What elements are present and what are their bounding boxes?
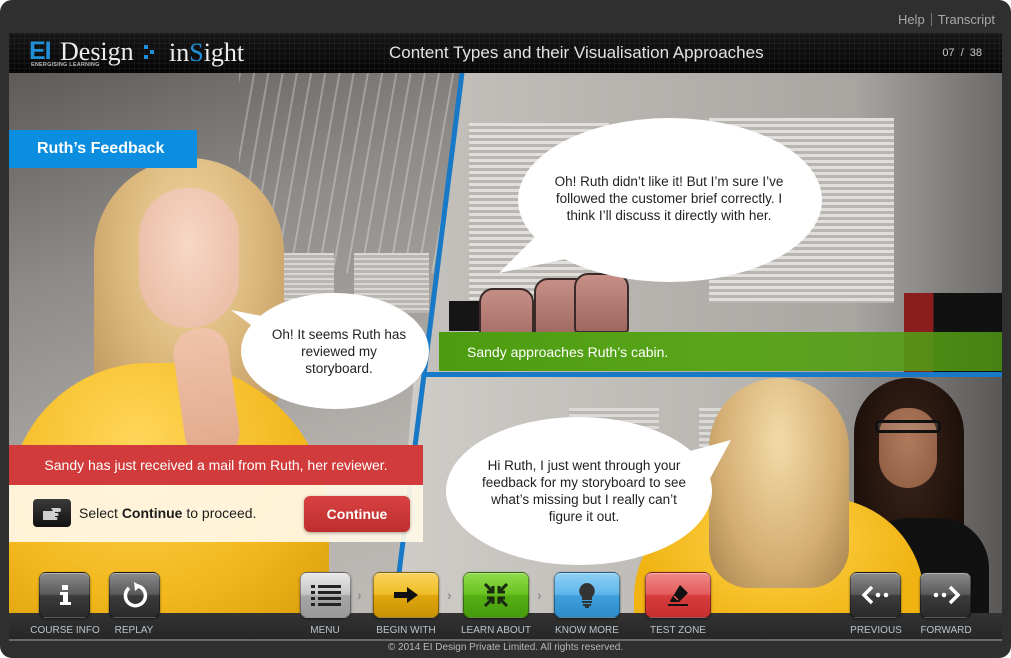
character-ruth-glasses: [875, 420, 941, 433]
speech-bubble: Oh! Ruth didn’t like it! But I’m sure I’…: [499, 118, 824, 288]
continue-button[interactable]: Continue: [304, 496, 410, 532]
test-zone-label: TEST ZONE: [650, 625, 706, 636]
section-tag-label: Ruth’s Feedback: [37, 140, 165, 157]
info-icon: [59, 585, 71, 605]
begin-with-button[interactable]: [373, 572, 439, 618]
forward-icon: [933, 585, 960, 605]
header-bar: EI Design ENERGISING LEARNING inSight Co…: [9, 33, 1002, 73]
speech-bubble: Hi Ruth, I just went through your feedba…: [444, 413, 734, 568]
replay-button[interactable]: [109, 572, 160, 618]
course-info-label: COURSE INFO: [30, 625, 100, 636]
lightbulb-icon: [579, 583, 595, 608]
logo-tagline: ENERGISING LEARNING: [31, 62, 100, 68]
eraser-icon: [668, 585, 688, 606]
page-separator: /: [960, 47, 964, 59]
page-title: Content Types and their Visualisation Ap…: [389, 43, 764, 62]
slide-stage: Sandy approaches Ruth’s cabin. Ruth’s Fe…: [9, 73, 1002, 613]
speech-bubble-text: Oh! Ruth didn’t like it! But I’m sure I’…: [554, 173, 784, 223]
chevron-right-icon: ›: [357, 587, 362, 603]
page-counter: 07 / 38: [942, 47, 982, 59]
previous-button[interactable]: [850, 572, 901, 618]
instruction-panel: Select Continue to proceed. Continue: [9, 485, 423, 542]
scene-caption: Sandy approaches Ruth’s cabin.: [439, 332, 1002, 371]
replay-label: REPLAY: [114, 625, 154, 636]
prompt-post: to proceed.: [182, 505, 257, 521]
menu-label: MENU: [310, 625, 340, 636]
learn-about-button[interactable]: [463, 572, 529, 618]
copyright: © 2014 EI Design Private Limited. All ri…: [387, 642, 624, 653]
speech-bubble: Oh! It seems Ruth has reviewed my storyb…: [229, 291, 429, 411]
collapse-arrows-icon: [484, 583, 508, 607]
course-player: Help Transcript EI Design ENERGISING LEA…: [0, 0, 1011, 658]
chevron-right-icon: ›: [537, 587, 542, 603]
panel-divider-horizontal: [424, 372, 1002, 377]
instruction-headline-text: Sandy has just received a mail from Ruth…: [44, 457, 388, 473]
previous-label: PREVIOUS: [850, 625, 902, 636]
instruction-headline: Sandy has just received a mail from Ruth…: [9, 445, 423, 485]
chevron-right-icon: ›: [447, 587, 452, 603]
test-zone-button[interactable]: [645, 572, 711, 618]
prompt-bold: Continue: [121, 505, 183, 521]
link-separator: [930, 13, 932, 26]
scene-caption-text: Sandy approaches Ruth’s cabin.: [467, 343, 669, 360]
instruction-prompt: Select Continue to proceed.: [79, 505, 256, 521]
arrow-right-icon: [394, 587, 418, 603]
course-info-button[interactable]: [39, 572, 90, 618]
speech-bubble-text: Hi Ruth, I just went through your feedba…: [481, 458, 687, 524]
forward-label: FORWARD: [920, 625, 972, 636]
logo-insight: inSight: [169, 38, 244, 68]
page-current: 07: [942, 47, 955, 59]
begin-with-label: BEGIN WITH: [376, 625, 436, 636]
logo-insight-s: S: [189, 38, 204, 67]
top-links: Help Transcript: [898, 12, 995, 27]
replay-icon: [123, 582, 147, 608]
logo-insight-post: ight: [203, 38, 245, 67]
logo-dots-icon: [144, 45, 154, 59]
know-more-button[interactable]: [554, 572, 620, 618]
menu-button[interactable]: [300, 572, 351, 618]
character-sandy-face: [139, 188, 239, 328]
speech-bubble-text: Oh! It seems Ruth has reviewed my storyb…: [271, 326, 407, 376]
logo-insight-pre: in: [169, 38, 190, 67]
transcript-link[interactable]: Transcript: [938, 12, 995, 27]
prompt-pre: Select: [79, 505, 122, 521]
nav-divider: [9, 639, 1002, 641]
logo: EI Design ENERGISING LEARNING inSight: [29, 37, 269, 71]
learn-about-label: LEARN ABOUT: [460, 625, 532, 636]
forward-button[interactable]: [920, 572, 971, 618]
know-more-label: KNOW MORE: [555, 625, 619, 636]
section-tag: Ruth’s Feedback: [9, 130, 197, 168]
list-icon: [310, 585, 341, 606]
page-total: 38: [969, 47, 982, 59]
previous-icon: [861, 585, 888, 605]
pointing-hand-icon: [33, 499, 71, 527]
help-link[interactable]: Help: [898, 12, 925, 27]
